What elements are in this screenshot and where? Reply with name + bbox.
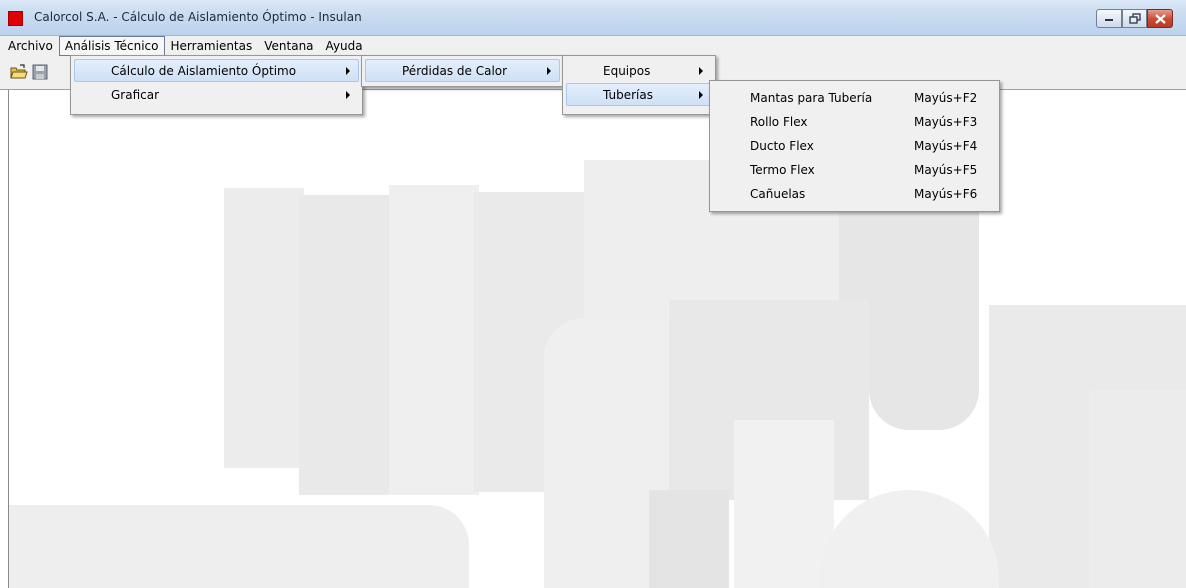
submenu-arrow-icon	[346, 91, 350, 99]
close-icon	[1154, 13, 1166, 24]
menu-item-tuberias[interactable]: Tuberías	[566, 83, 712, 106]
close-button[interactable]	[1147, 9, 1173, 28]
submenu-arrow-icon	[547, 67, 551, 75]
submenu-arrow-icon	[699, 67, 703, 75]
menu-calculo-dropdown: Pérdidas de Calor	[361, 55, 564, 87]
menu-herramientas[interactable]: Herramientas	[165, 36, 259, 56]
menu-item-shortcut: Mayús+F4	[914, 139, 978, 153]
menu-item-perdidas-calor[interactable]: Pérdidas de Calor	[365, 59, 560, 82]
app-icon[interactable]	[8, 11, 23, 26]
window-title: Calorcol S.A. - Cálculo de Aislamiento Ó…	[34, 10, 362, 24]
menu-item-label: Graficar	[111, 88, 160, 102]
menu-item-rollo-flex[interactable]: Rollo Flex Mayús+F3	[713, 110, 996, 133]
menu-item-label: Tuberías	[603, 88, 653, 102]
title-bar: Calorcol S.A. - Cálculo de Aislamiento Ó…	[0, 0, 1186, 36]
menu-item-shortcut: Mayús+F3	[914, 115, 978, 129]
menu-item-label: Pérdidas de Calor	[402, 64, 508, 78]
menu-analisis-dropdown: Cálculo de Aislamiento Óptimo Graficar	[70, 55, 363, 115]
menu-item-label: Rollo Flex	[750, 115, 808, 129]
menu-item-shortcut: Mayús+F2	[914, 91, 978, 105]
menu-item-label: Mantas para Tubería	[750, 91, 873, 105]
menu-perdidas-dropdown: Equipos Tuberías	[562, 55, 716, 115]
menu-item-equipos[interactable]: Equipos	[566, 59, 712, 82]
submenu-arrow-icon	[699, 91, 703, 99]
submenu-arrow-icon	[346, 67, 350, 75]
menu-ventana[interactable]: Ventana	[258, 36, 319, 56]
menu-tuberias-dropdown: Mantas para Tubería Mayús+F2 Rollo Flex …	[709, 80, 1000, 212]
minimize-icon	[1105, 18, 1113, 21]
save-button[interactable]	[30, 62, 50, 82]
menu-item-graficar[interactable]: Graficar	[74, 83, 359, 106]
menu-item-canuelas[interactable]: Cañuelas Mayús+F6	[713, 182, 996, 205]
restore-button[interactable]	[1122, 9, 1147, 28]
menu-archivo[interactable]: Archivo	[2, 36, 59, 56]
menu-item-label: Cálculo de Aislamiento Óptimo	[111, 64, 297, 78]
menu-item-label: Termo Flex	[750, 163, 815, 177]
save-disk-icon	[32, 64, 48, 80]
menu-item-calculo-aislamiento[interactable]: Cálculo de Aislamiento Óptimo	[74, 59, 359, 82]
menu-item-mantas-tuberia[interactable]: Mantas para Tubería Mayús+F2	[713, 86, 996, 109]
menu-item-termo-flex[interactable]: Termo Flex Mayús+F5	[713, 158, 996, 181]
open-folder-icon	[10, 64, 28, 79]
menu-item-shortcut: Mayús+F5	[914, 163, 978, 177]
restore-icon	[1128, 13, 1141, 24]
minimize-button[interactable]	[1096, 9, 1122, 28]
menu-item-shortcut: Mayús+F6	[914, 187, 978, 201]
menu-item-ducto-flex[interactable]: Ducto Flex Mayús+F4	[713, 134, 996, 157]
open-button[interactable]	[9, 62, 29, 82]
menu-bar: Archivo Análisis Técnico Herramientas Ve…	[0, 36, 1186, 56]
mdi-client-area	[8, 90, 1186, 588]
menu-item-label: Equipos	[603, 64, 651, 78]
menu-analisis-tecnico[interactable]: Análisis Técnico	[58, 36, 165, 56]
menu-ayuda[interactable]: Ayuda	[320, 36, 369, 56]
menu-item-label: Cañuelas	[750, 187, 806, 201]
menu-item-label: Ducto Flex	[750, 139, 814, 153]
